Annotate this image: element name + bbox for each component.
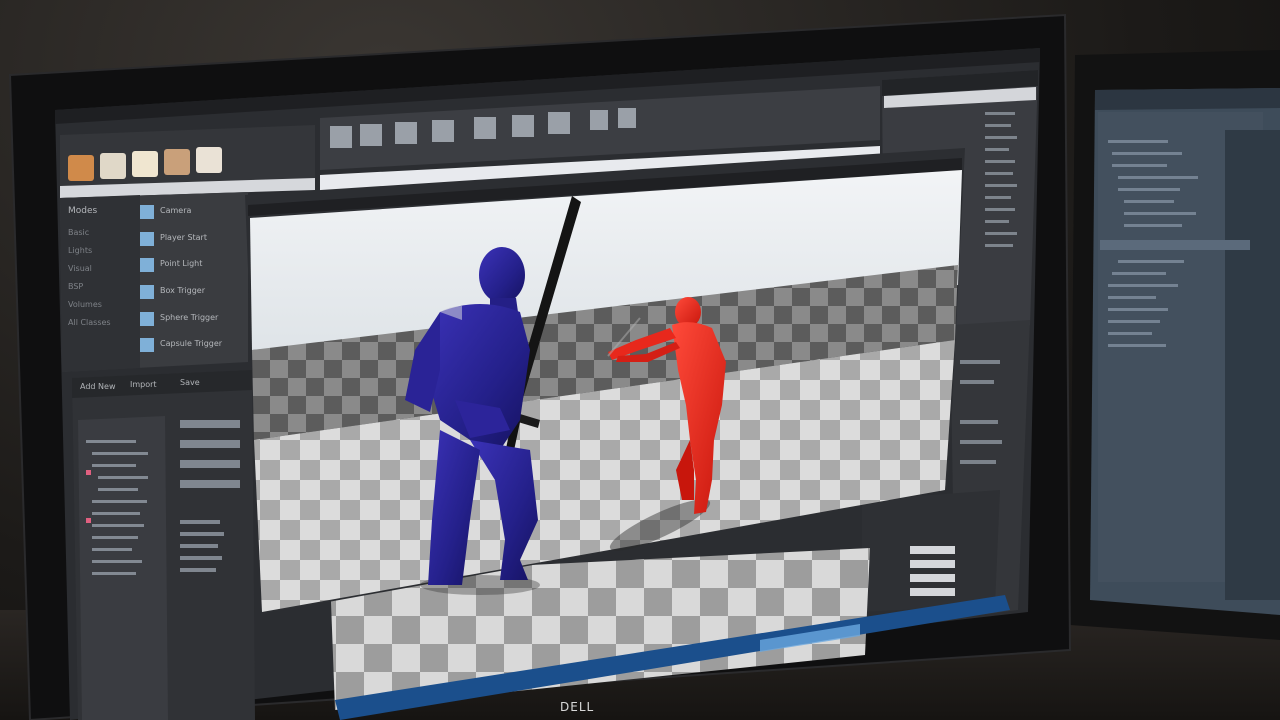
class-item-4[interactable]: Sphere Trigger xyxy=(160,313,218,322)
modes-title: Modes xyxy=(68,206,98,216)
photo-scene: Modes Basic Lights Visual BSP Volumes Al… xyxy=(0,0,1280,720)
mode-item-5[interactable]: All Classes xyxy=(68,318,111,327)
second-monitor xyxy=(1070,50,1280,640)
class-item-2[interactable]: Point Light xyxy=(160,259,202,268)
mode-item-4[interactable]: Volumes xyxy=(68,300,102,309)
mode-item-2[interactable]: Visual xyxy=(68,264,92,273)
class-item-1[interactable]: Player Start xyxy=(160,233,207,242)
class-item-5[interactable]: Capsule Trigger xyxy=(160,339,222,348)
monitor-brand-logo: DELL xyxy=(560,700,595,714)
import-button[interactable]: Import xyxy=(130,380,157,389)
class-item-3[interactable]: Box Trigger xyxy=(160,286,205,295)
mode-item-1[interactable]: Lights xyxy=(68,246,92,255)
mode-item-0[interactable]: Basic xyxy=(68,228,89,237)
class-item-0[interactable]: Camera xyxy=(160,206,191,215)
mode-item-3[interactable]: BSP xyxy=(68,282,83,291)
save-button[interactable]: Save xyxy=(180,378,200,387)
main-monitor: Modes Basic Lights Visual BSP Volumes Al… xyxy=(0,0,1280,720)
add-new-button[interactable]: Add New xyxy=(80,382,115,391)
monitor-artwork xyxy=(8,13,1280,720)
